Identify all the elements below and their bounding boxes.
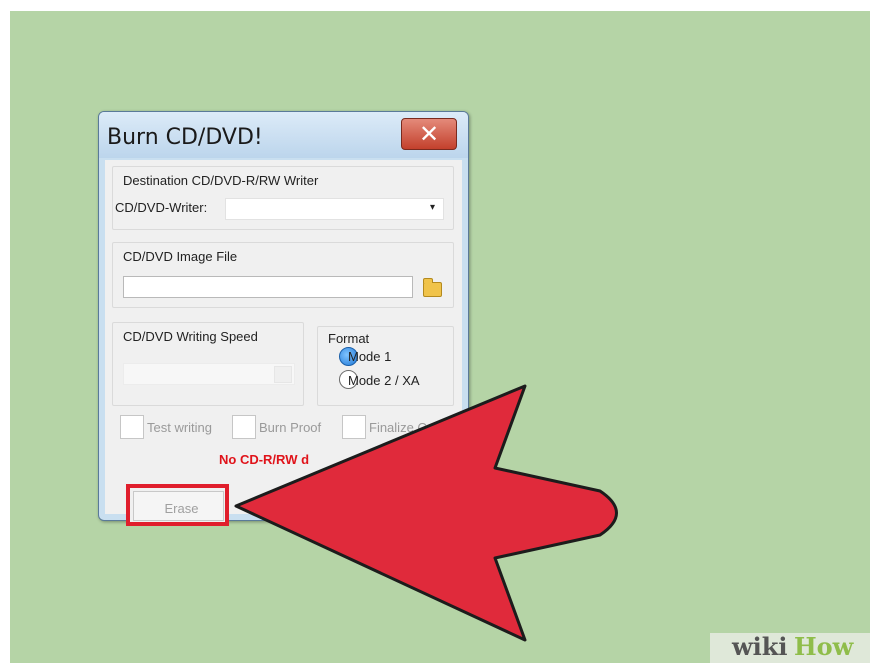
pointer-arrow-icon [234, 384, 618, 642]
watermark-wiki: wiki [732, 632, 788, 661]
watermark-how: How [794, 632, 854, 661]
wikihow-watermark: wiki How [710, 632, 870, 663]
